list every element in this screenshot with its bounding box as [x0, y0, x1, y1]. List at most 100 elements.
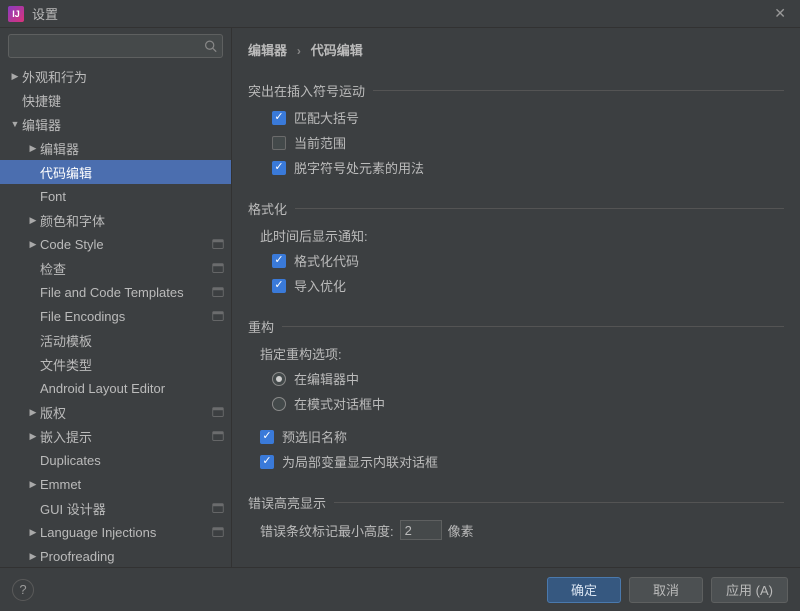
tree-node-5[interactable]: Font: [0, 184, 231, 208]
expand-arrow-icon: ▶: [26, 527, 40, 538]
tree-node-4[interactable]: 代码编辑: [0, 160, 231, 184]
tree-node-15[interactable]: ▶嵌入提示: [0, 424, 231, 448]
tree-node-label: Proofreading: [40, 549, 225, 564]
cancel-button[interactable]: 取消: [629, 577, 703, 603]
expand-arrow-icon: ▶: [26, 407, 40, 418]
label-inline-local: 为局部变量显示内联对话框: [282, 452, 438, 471]
checkbox-preview-old-name[interactable]: [260, 430, 274, 444]
tree-node-label: 检查: [40, 259, 211, 278]
titlebar: IJ 设置 ✕: [0, 0, 800, 28]
tree-node-13[interactable]: Android Layout Editor: [0, 376, 231, 400]
tree-node-label: 嵌入提示: [40, 427, 211, 446]
expand-arrow-icon: ▶: [8, 71, 22, 82]
main-panel: 编辑器 › 代码编辑 突出在插入符号运动 匹配大括号 当前范围 脱字符号处元素的…: [232, 28, 800, 567]
project-badge-icon: [211, 261, 225, 275]
settings-content: 突出在插入符号运动 匹配大括号 当前范围 脱字符号处元素的用法 格式化 此时间后…: [232, 71, 800, 567]
tree-node-label: Language Injections: [40, 525, 211, 540]
label-preview-old-name: 预选旧名称: [282, 427, 347, 446]
tree-node-label: GUI 设计器: [40, 499, 211, 518]
sidebar: ▶外观和行为快捷键▼编辑器▶编辑器代码编辑Font▶颜色和字体▶Code Sty…: [0, 28, 232, 567]
help-button[interactable]: ?: [12, 579, 34, 601]
label-current-scope: 当前范围: [294, 133, 346, 152]
label-stripe-pre: 错误条纹标记最小高度:: [260, 521, 394, 540]
tree-node-19[interactable]: ▶Language Injections: [0, 520, 231, 544]
tree-node-20[interactable]: ▶Proofreading: [0, 544, 231, 567]
section-refactor: 重构: [248, 317, 784, 336]
tree-node-label: 代码编辑: [40, 163, 225, 182]
tree-node-3[interactable]: ▶编辑器: [0, 136, 231, 160]
tree-node-18[interactable]: GUI 设计器: [0, 496, 231, 520]
checkbox-current-scope[interactable]: [272, 136, 286, 150]
tree-node-2[interactable]: ▼编辑器: [0, 112, 231, 136]
tree-node-label: Code Style: [40, 237, 211, 252]
expand-arrow-icon: ▶: [26, 479, 40, 490]
tree-node-label: Android Layout Editor: [40, 381, 225, 396]
tree-node-label: 颜色和字体: [40, 211, 225, 230]
label-in-dialog: 在模式对话框中: [294, 394, 385, 413]
tree-node-17[interactable]: ▶Emmet: [0, 472, 231, 496]
close-icon[interactable]: ✕: [768, 3, 792, 24]
breadcrumb-editor: 编辑器: [248, 43, 287, 58]
expand-arrow-icon: ▶: [26, 239, 40, 250]
label-in-editor: 在编辑器中: [294, 369, 359, 388]
tree-node-label: 活动模板: [40, 331, 225, 350]
tree-node-label: 编辑器: [40, 139, 225, 158]
section-caret: 突出在插入符号运动: [248, 81, 784, 100]
tree-node-10[interactable]: File Encodings: [0, 304, 231, 328]
label-optimize-imports: 导入优化: [294, 276, 346, 295]
label-match-braces: 匹配大括号: [294, 108, 359, 127]
tree-node-16[interactable]: Duplicates: [0, 448, 231, 472]
tree-node-label: Duplicates: [40, 453, 225, 468]
tree-node-label: File and Code Templates: [40, 285, 211, 300]
tree-node-12[interactable]: 文件类型: [0, 352, 231, 376]
project-badge-icon: [211, 237, 225, 251]
section-format: 格式化: [248, 199, 784, 218]
radio-in-dialog[interactable]: [272, 397, 286, 411]
expand-arrow-icon: ▶: [26, 215, 40, 226]
checkbox-usages[interactable]: [272, 161, 286, 175]
tree-node-14[interactable]: ▶版权: [0, 400, 231, 424]
footer: ? 确定 取消 应用 (A): [0, 567, 800, 611]
chevron-right-icon: ›: [297, 44, 301, 58]
tree-node-label: Emmet: [40, 477, 225, 492]
tree-node-8[interactable]: 检查: [0, 256, 231, 280]
project-badge-icon: [211, 501, 225, 515]
tree-node-11[interactable]: 活动模板: [0, 328, 231, 352]
checkbox-format-code[interactable]: [272, 254, 286, 268]
project-badge-icon: [211, 525, 225, 539]
tree-node-9[interactable]: File and Code Templates: [0, 280, 231, 304]
input-stripe-height[interactable]: [400, 520, 442, 540]
window-title: 设置: [32, 4, 768, 23]
project-badge-icon: [211, 405, 225, 419]
tree-node-label: 文件类型: [40, 355, 225, 374]
tree-node-label: 快捷键: [22, 91, 225, 110]
tree-node-label: Font: [40, 189, 225, 204]
tree-node-label: 版权: [40, 403, 211, 422]
breadcrumb-code-editing: 代码编辑: [311, 43, 363, 58]
checkbox-optimize-imports[interactable]: [272, 279, 286, 293]
tree-node-1[interactable]: 快捷键: [0, 88, 231, 112]
tree-node-label: File Encodings: [40, 309, 211, 324]
project-badge-icon: [211, 429, 225, 443]
radio-in-editor[interactable]: [272, 372, 286, 386]
label-usages: 脱字符号处元素的用法: [294, 158, 424, 177]
label-stripe-post: 像素: [448, 521, 474, 540]
tree-node-0[interactable]: ▶外观和行为: [0, 64, 231, 88]
breadcrumb: 编辑器 › 代码编辑: [232, 28, 800, 71]
checkbox-inline-local[interactable]: [260, 455, 274, 469]
expand-arrow-icon: ▶: [26, 143, 40, 154]
settings-tree[interactable]: ▶外观和行为快捷键▼编辑器▶编辑器代码编辑Font▶颜色和字体▶Code Sty…: [0, 64, 231, 567]
search-input[interactable]: [8, 34, 223, 58]
app-logo: IJ: [8, 6, 24, 22]
tree-node-7[interactable]: ▶Code Style: [0, 232, 231, 256]
project-badge-icon: [211, 285, 225, 299]
project-badge-icon: [211, 309, 225, 323]
ok-button[interactable]: 确定: [547, 577, 621, 603]
checkbox-match-braces[interactable]: [272, 111, 286, 125]
apply-button[interactable]: 应用 (A): [711, 577, 788, 603]
label-specify-options: 指定重构选项:: [260, 344, 784, 363]
expand-arrow-icon: ▶: [26, 431, 40, 442]
tree-node-label: 编辑器: [22, 115, 225, 134]
label-notify-after: 此时间后显示通知:: [260, 226, 784, 245]
tree-node-6[interactable]: ▶颜色和字体: [0, 208, 231, 232]
